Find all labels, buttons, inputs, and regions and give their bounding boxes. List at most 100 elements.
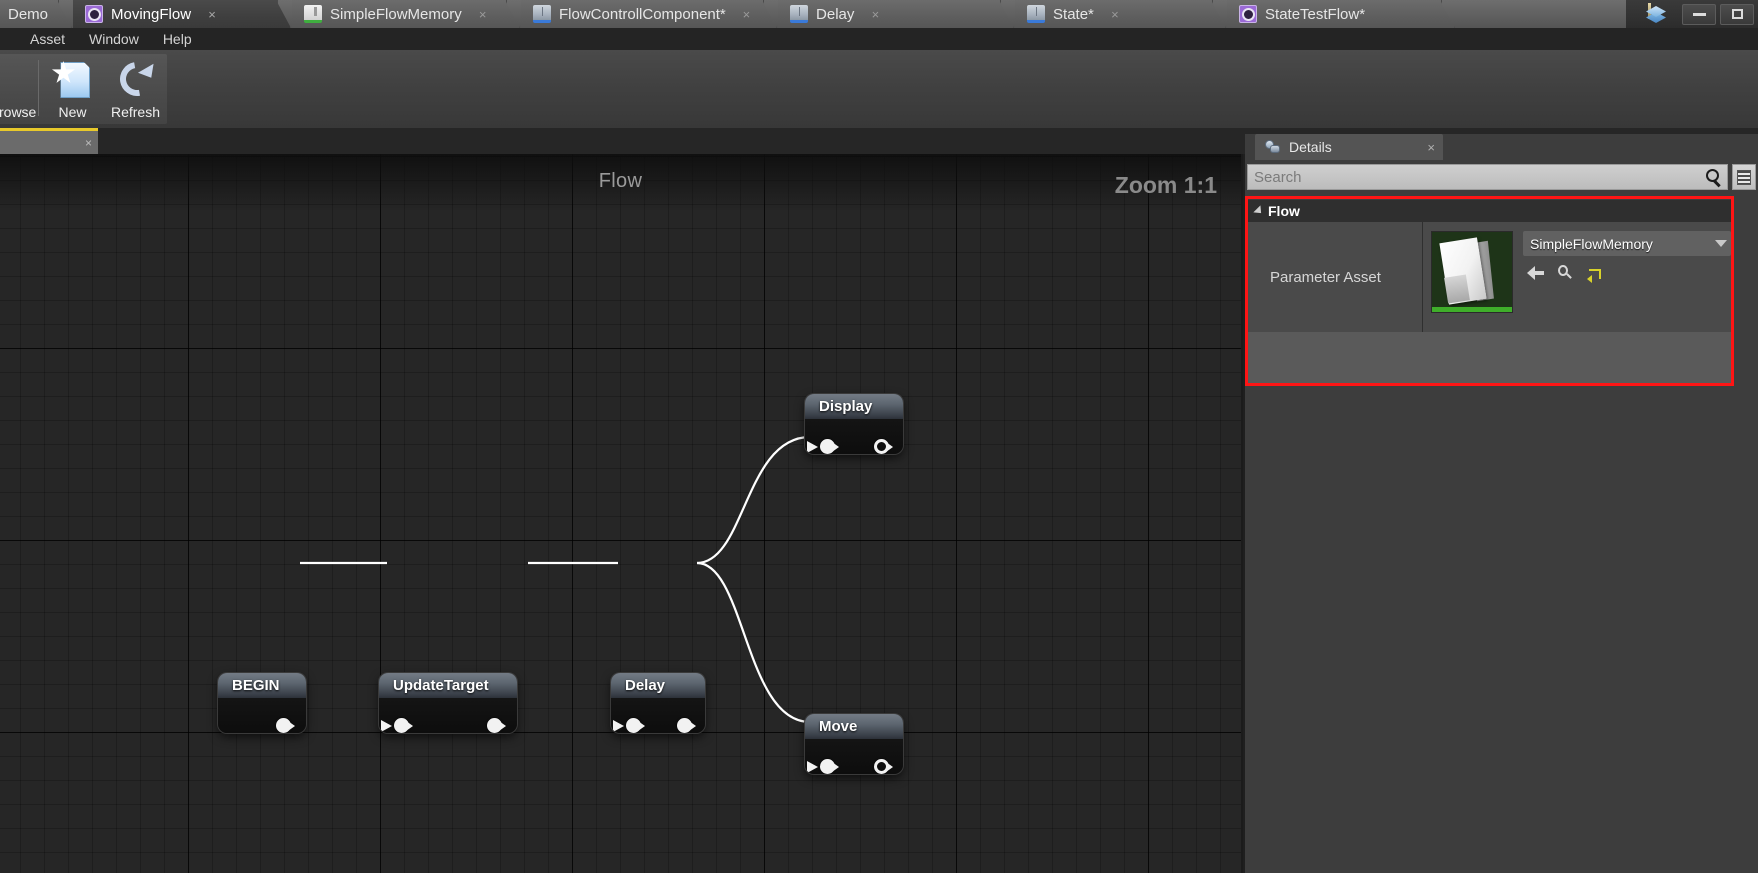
tab-demo[interactable]: Demo xyxy=(0,0,60,28)
graph-node-display[interactable]: Display xyxy=(805,394,903,454)
memory-icon xyxy=(304,5,323,23)
search-placeholder: Search xyxy=(1254,168,1302,186)
refresh-button[interactable]: Refresh xyxy=(104,54,167,124)
category-label: Flow xyxy=(1268,203,1300,219)
book-icon xyxy=(790,5,809,23)
new-button-label: New xyxy=(58,104,87,120)
tab-label: Delay xyxy=(816,5,855,23)
tab-close-button[interactable]: × xyxy=(740,8,753,21)
node-output-pin[interactable] xyxy=(276,718,295,733)
arrow-left-icon[interactable] xyxy=(1527,265,1544,280)
window-controls xyxy=(1626,0,1758,28)
refresh-icon xyxy=(113,55,162,103)
tab-label: StateTestFlow* xyxy=(1265,5,1366,23)
main-toolbar: Browse New Refresh xyxy=(0,50,1758,128)
menu-window[interactable]: Window xyxy=(77,29,151,49)
flow-graph-canvas[interactable]: Flow Zoom 1:1 BEGIN UpdateTarget Delay D… xyxy=(0,154,1243,873)
tab-label: Demo xyxy=(8,5,49,23)
tab-simpleflowmemory[interactable]: SimpleFlowMemory × xyxy=(292,0,508,28)
node-title: BEGIN xyxy=(218,673,306,698)
document-tab-close-button[interactable]: × xyxy=(85,136,92,150)
tab-close-button[interactable]: × xyxy=(1108,8,1122,21)
property-label: Parameter Asset xyxy=(1248,222,1423,332)
property-row-parameter-asset: Parameter Asset SimpleFlowMemory xyxy=(1248,222,1731,332)
tab-flowcontrollcomponent[interactable]: FlowControllComponent* × xyxy=(521,0,765,28)
node-title: UpdateTarget xyxy=(379,673,517,698)
search-icon xyxy=(1706,169,1719,182)
window-tab-bar: Demo MovingFlow × SimpleFlowMemory × Flo… xyxy=(0,0,1758,28)
graph-grid xyxy=(0,154,1241,873)
new-button[interactable]: New xyxy=(41,54,104,124)
tab-close-button[interactable]: × xyxy=(205,8,219,21)
node-title: Delay xyxy=(611,673,705,698)
menu-help[interactable]: Help xyxy=(151,29,204,49)
category-header-flow[interactable]: Flow xyxy=(1248,200,1731,222)
flow-icon xyxy=(85,5,104,23)
unreal-engine-logo-icon xyxy=(1644,3,1668,25)
node-body xyxy=(611,698,705,733)
asset-picker: SimpleFlowMemory xyxy=(1523,231,1731,283)
tab-label: MovingFlow xyxy=(111,5,192,23)
details-panel-tab[interactable]: Details × xyxy=(1255,134,1443,160)
node-input-pin[interactable] xyxy=(807,759,839,774)
toolbar-separator xyxy=(38,60,39,116)
node-output-pin[interactable] xyxy=(677,718,696,733)
node-body xyxy=(805,739,903,774)
node-body xyxy=(805,419,903,454)
minimize-button[interactable] xyxy=(1682,3,1716,25)
new-document-icon xyxy=(51,60,93,100)
details-tab-close-button[interactable]: × xyxy=(1427,140,1435,155)
flow-memory-asset-thumbnail[interactable] xyxy=(1431,231,1513,313)
flow-icon xyxy=(1239,5,1258,23)
tab-close-button[interactable]: × xyxy=(868,8,882,21)
search-input[interactable]: Search xyxy=(1247,164,1728,190)
toolbar-group-actions: New Refresh xyxy=(36,54,167,124)
magnifier-icon[interactable] xyxy=(1558,265,1573,280)
details-panel-body: Search Flow Parameter Asset SimpleFlowMe… xyxy=(1245,160,1758,873)
node-input-pin[interactable] xyxy=(381,718,413,733)
graph-node-begin[interactable]: BEGIN xyxy=(218,673,306,733)
tab-state[interactable]: State* × xyxy=(1015,0,1214,28)
node-output-pin[interactable] xyxy=(487,718,506,733)
browse-button-label: Browse xyxy=(0,104,37,120)
tab-movingflow[interactable]: MovingFlow × xyxy=(73,0,279,28)
graph-node-move[interactable]: Move xyxy=(805,714,903,774)
menu-bar: Asset Window Help xyxy=(0,28,1758,50)
node-output-pin[interactable] xyxy=(874,439,893,454)
menu-asset[interactable]: Asset xyxy=(18,29,77,49)
graph-node-delay[interactable]: Delay xyxy=(611,673,705,733)
node-title: Display xyxy=(805,394,903,419)
asset-select[interactable]: SimpleFlowMemory xyxy=(1523,231,1731,256)
tab-delay[interactable]: Delay × xyxy=(778,0,1002,28)
view-options-button[interactable] xyxy=(1732,164,1756,190)
tab-statetestflow[interactable]: StateTestFlow* xyxy=(1227,0,1443,28)
graph-zoom-label: Zoom 1:1 xyxy=(1114,172,1217,198)
browse-sphere-icon xyxy=(0,60,34,100)
reset-arrow-icon[interactable] xyxy=(1587,266,1602,283)
node-input-pin[interactable] xyxy=(613,718,645,733)
tab-close-button[interactable]: × xyxy=(476,8,490,21)
asset-tool-buttons xyxy=(1523,265,1731,283)
document-tab[interactable]: × xyxy=(0,128,98,154)
node-body xyxy=(218,698,306,733)
details-panel: Details × Search Flow Parameter Asset Si… xyxy=(1245,134,1758,873)
node-title: Move xyxy=(805,714,903,739)
details-search-row: Search xyxy=(1247,164,1756,190)
graph-node-updatetarget[interactable]: UpdateTarget xyxy=(379,673,517,733)
asset-selected-value: SimpleFlowMemory xyxy=(1530,235,1653,252)
tab-label: FlowControllComponent* xyxy=(559,5,726,23)
tab-label: SimpleFlowMemory xyxy=(330,5,462,23)
chevron-down-icon[interactable] xyxy=(1715,240,1727,247)
details-tab-label: Details xyxy=(1289,139,1332,155)
chevron-down-icon xyxy=(1253,205,1265,217)
view-options-icon xyxy=(1737,169,1751,185)
graph-title: Flow xyxy=(598,170,643,192)
node-input-pin[interactable] xyxy=(807,439,839,454)
property-value-container: SimpleFlowMemory xyxy=(1423,222,1731,332)
app-root: Demo MovingFlow × SimpleFlowMemory × Flo… xyxy=(0,0,1758,873)
category-empty-area xyxy=(1248,332,1731,383)
maximize-button[interactable] xyxy=(1720,3,1754,25)
node-body xyxy=(379,698,517,733)
tab-label: State* xyxy=(1053,5,1094,23)
node-output-pin[interactable] xyxy=(874,759,893,774)
